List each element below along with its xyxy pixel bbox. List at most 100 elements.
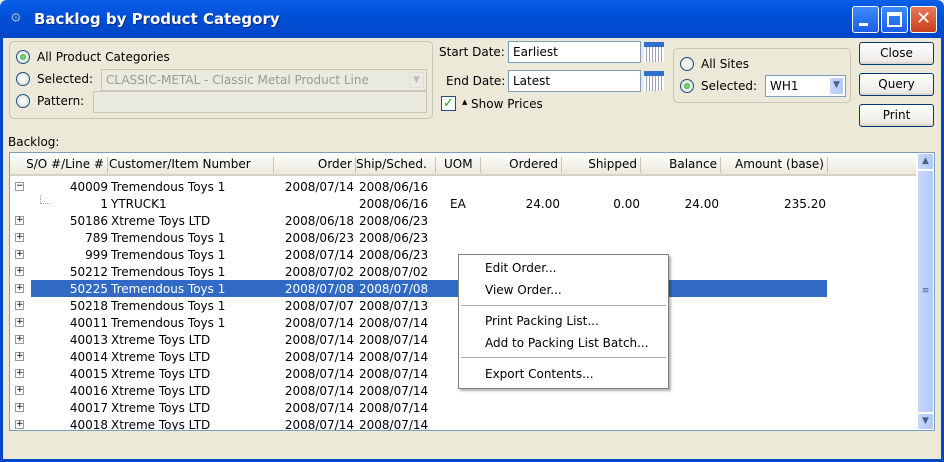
all-categories-label: All Product Categories <box>37 50 170 64</box>
site-select[interactable]: WH1 ▼ <box>765 75 846 97</box>
table-cell: 2008/07/02 <box>359 265 429 279</box>
table-cell: 40018 <box>69 418 108 431</box>
show-prices-label: Show Prices <box>471 97 543 111</box>
all-categories-radio[interactable] <box>16 50 30 64</box>
selected-category-radio[interactable] <box>16 72 30 86</box>
calendar-icon[interactable] <box>644 42 664 62</box>
table-row[interactable]: +789 Tremendous Toys 1 2008/06/23 2008/06/2… <box>10 229 916 246</box>
table-cell: 2008/07/14 <box>359 367 429 381</box>
table-cell: Tremendous Toys 1 <box>111 316 226 330</box>
all-sites-radio[interactable] <box>680 57 694 71</box>
table-cell: 2008/07/14 <box>359 418 429 431</box>
table-cell: 2008/07/14 <box>284 333 354 347</box>
end-date-input[interactable]: Latest <box>508 70 641 92</box>
table-cell: 2008/07/14 <box>284 401 354 415</box>
table-cell: 2008/06/16 <box>359 180 429 194</box>
table-cell: Tremendous Toys 1 <box>111 299 226 313</box>
table-cell: 2008/07/14 <box>284 248 354 262</box>
all-sites-label: All Sites <box>701 57 749 71</box>
table-row[interactable]: −40009 Tremendous Toys 1 2008/07/14 2008/06… <box>10 178 916 195</box>
table-cell: 2008/07/08 <box>359 282 429 296</box>
maximize-button[interactable] <box>881 6 908 33</box>
pattern-input[interactable] <box>93 91 427 113</box>
table-cell: 999 <box>85 248 108 262</box>
selected-site-radio[interactable] <box>680 79 694 93</box>
close-window-button[interactable]: ✕ <box>910 6 937 33</box>
scroll-up-button[interactable]: ▲ <box>917 153 934 170</box>
pattern-label: Pattern: <box>37 94 85 108</box>
menu-item-print-packing-list[interactable]: Print Packing List... <box>485 314 599 328</box>
table-cell: 2008/07/14 <box>284 180 354 194</box>
table-cell: 2008/06/23 <box>359 248 429 262</box>
context-menu: Edit Order... View Order... Print Packin… <box>458 254 669 389</box>
print-button[interactable]: Print <box>859 104 934 127</box>
selected-category-label: Selected: <box>37 72 94 86</box>
table-cell: 50218 <box>69 299 108 313</box>
table-row[interactable]: +40017 Xtreme Toys LTD 2008/07/14 2008/07/1… <box>10 399 916 416</box>
menu-item-export-contents[interactable]: Export Contents... <box>485 367 594 381</box>
table-cell: 2008/06/23 <box>359 214 429 228</box>
menu-item-edit-order[interactable]: Edit Order... <box>485 261 557 275</box>
table-row[interactable]: 1 YTRUCK1 2008/06/16 EA 24.00 0.00 24.00 235.20 <box>10 195 916 212</box>
table-cell: 2008/07/08 <box>284 282 354 296</box>
table-cell: Tremendous Toys 1 <box>111 248 226 262</box>
scroll-thumb[interactable]: ≡ <box>917 170 934 413</box>
column-header[interactable]: UOM <box>436 157 481 173</box>
table-cell: 40014 <box>69 350 108 364</box>
table-cell: 2008/07/14 <box>359 316 429 330</box>
scroll-down-button[interactable]: ▼ <box>917 413 934 430</box>
table-cell: 40017 <box>69 401 108 415</box>
menu-separator <box>461 357 666 358</box>
table-cell: Tremendous Toys 1 <box>111 282 226 296</box>
table-row[interactable]: +50186 Xtreme Toys LTD 2008/06/18 2008/06/2… <box>10 212 916 229</box>
column-header[interactable]: Balance <box>641 157 721 173</box>
table-cell: 50186 <box>69 214 108 228</box>
column-header[interactable]: S/O #/Line # <box>10 157 108 173</box>
menu-item-add-to-packing-list-batch[interactable]: Add to Packing List Batch... <box>485 336 649 350</box>
table-cell: 24.00 <box>684 197 719 211</box>
title-bar: ⚙ Backlog by Product Category ✕ <box>0 0 944 38</box>
table-cell: Xtreme Toys LTD <box>111 367 211 381</box>
table-cell: 2008/07/14 <box>284 384 354 398</box>
close-button[interactable]: Close <box>859 42 934 65</box>
table-cell: 40016 <box>69 384 108 398</box>
table-cell: 2008/06/23 <box>359 231 429 245</box>
window-title: Backlog by Product Category <box>34 10 280 28</box>
vertical-scrollbar[interactable]: ▲ ≡ ▼ <box>917 153 934 430</box>
table-cell: 50212 <box>69 265 108 279</box>
minimize-button[interactable] <box>852 6 879 33</box>
pattern-radio[interactable] <box>16 94 30 108</box>
start-date-input[interactable]: Earliest <box>508 41 641 63</box>
table-cell: 2008/07/14 <box>284 418 354 431</box>
table-cell: 24.00 <box>525 197 560 211</box>
column-header[interactable]: Amount (base) <box>721 157 828 173</box>
table-cell: 2008/07/14 <box>359 333 429 347</box>
table-row[interactable]: +40018 Xtreme Toys LTD 2008/07/14 2008/07/1… <box>10 416 916 431</box>
selected-site-label: Selected: <box>701 79 758 93</box>
table-cell: YTRUCK1 <box>111 197 167 211</box>
column-header[interactable]: Order <box>274 157 356 173</box>
table-cell: 2008/07/13 <box>359 299 429 313</box>
column-header[interactable]: Shipped <box>562 157 641 173</box>
table-header: S/O #/Line # Customer/Item Number Order Shi… <box>10 153 916 176</box>
table-cell: Xtreme Toys LTD <box>111 401 211 415</box>
end-date-label: End Date: <box>446 74 506 88</box>
column-header[interactable]: Ship/Sched. <box>356 157 436 173</box>
table-cell: Xtreme Toys LTD <box>111 333 211 347</box>
table-cell: 50225 <box>69 282 108 296</box>
table-cell: 2008/07/14 <box>284 367 354 381</box>
backlog-label: Backlog: <box>8 135 60 149</box>
column-header[interactable]: Customer/Item Number <box>109 157 274 173</box>
category-select[interactable]: CLASSIC-METAL - Classic Metal Product Li… <box>101 69 427 91</box>
query-button[interactable]: Query <box>859 73 934 96</box>
table-cell: 40013 <box>69 333 108 347</box>
table-cell: 789 <box>85 231 108 245</box>
table-cell: 2008/07/14 <box>359 384 429 398</box>
calendar-icon[interactable] <box>644 71 664 91</box>
menu-item-view-order[interactable]: View Order... <box>485 283 562 297</box>
table-cell: 2008/07/07 <box>284 299 354 313</box>
show-prices-checkbox[interactable]: ✓ <box>441 96 456 111</box>
table-cell: Tremendous Toys 1 <box>111 180 226 194</box>
table-cell: 2008/07/14 <box>359 350 429 364</box>
column-header[interactable]: Ordered <box>481 157 562 173</box>
